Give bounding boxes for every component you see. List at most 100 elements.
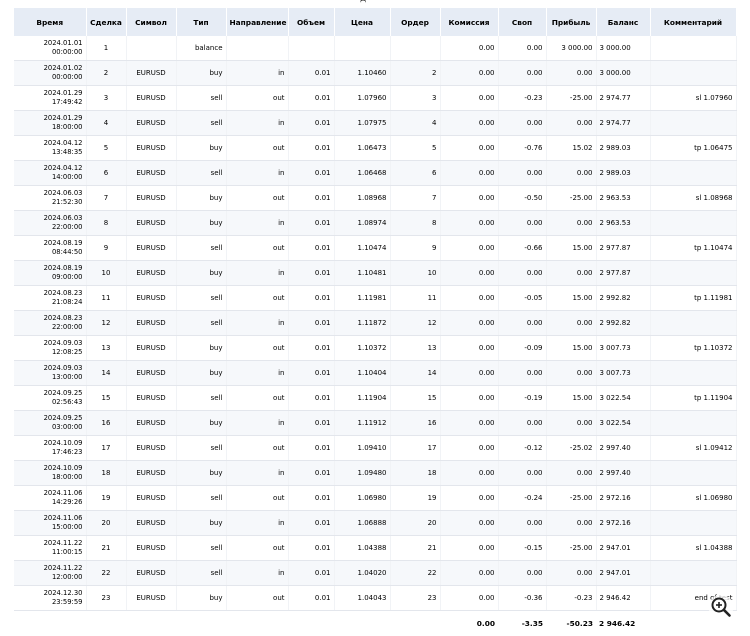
deal-symbol: EURUSD (126, 535, 177, 561)
deal-swap: 0.00 (498, 410, 547, 436)
deal-clock: 12:00:00 (51, 573, 83, 581)
deal-order: 16 (390, 410, 441, 436)
deal-balance: 3 022.54 (596, 410, 651, 436)
col-swap-header: Своп (498, 8, 547, 36)
table-row: 2024.09.25 03:00:00 16 EURUSD buy in 0.01 1.119… (14, 410, 737, 436)
deal-type: buy (176, 135, 227, 161)
col-comment-header: Комментарий (650, 8, 737, 36)
deal-deal-number: 23 (86, 585, 127, 611)
deal-deal-number: 6 (86, 160, 127, 186)
deal-time: 2024.09.25 02:56:43 (14, 385, 87, 411)
deal-comment (650, 310, 737, 336)
deal-type: buy (176, 510, 227, 536)
deal-type: buy (176, 60, 227, 86)
deal-order: 12 (390, 310, 441, 336)
deal-time: 2024.01.02 00:00:00 (14, 60, 87, 86)
deal-clock: 02:56:43 (51, 398, 83, 406)
deal-clock: 03:00:00 (51, 423, 83, 431)
deals-table: Время Сделка Символ Тип Направление Объем Цена… (14, 8, 737, 635)
deal-order: 8 (390, 210, 441, 236)
deal-price: 1.11981 (334, 285, 391, 311)
title-fragment: д (360, 0, 366, 4)
deal-symbol: EURUSD (126, 485, 177, 511)
deal-order: 19 (390, 485, 441, 511)
deal-deal-number: 1 (86, 36, 127, 61)
col-volume-header: Объем (288, 8, 335, 36)
deal-swap: -0.05 (498, 285, 547, 311)
deal-order: 15 (390, 385, 441, 411)
table-row: 2024.06.03 22:00:00 8 EURUSD buy in 0.01 1.0897… (14, 210, 737, 236)
deal-price: 1.06473 (334, 135, 391, 161)
deal-symbol: EURUSD (126, 210, 177, 236)
deal-commission: 0.00 (440, 285, 499, 311)
deal-balance: 2 963.53 (596, 210, 651, 236)
deal-comment (650, 160, 737, 186)
deal-symbol: EURUSD (126, 585, 177, 611)
deal-deal-number: 11 (86, 285, 127, 311)
col-time-header: Время (14, 8, 87, 36)
deal-type: sell (176, 385, 227, 411)
deal-direction: in (226, 460, 289, 486)
report-title-strip: д (0, 0, 750, 7)
deal-order: 23 (390, 585, 441, 611)
deal-balance: 2 992.82 (596, 285, 651, 311)
deal-comment (650, 110, 737, 136)
deal-price: 1.11904 (334, 385, 391, 411)
deal-clock: 17:46:23 (51, 448, 83, 456)
deal-volume: 0.01 (288, 85, 335, 111)
deal-price: 1.07975 (334, 110, 391, 136)
deal-comment (650, 510, 737, 536)
deal-profit: 15.00 (546, 235, 597, 261)
deal-swap: 0.00 (498, 60, 547, 86)
deal-volume: 0.01 (288, 210, 335, 236)
deal-direction: out (226, 235, 289, 261)
deal-deal-number: 4 (86, 110, 127, 136)
deal-comment (650, 360, 737, 386)
deal-price: 1.07960 (334, 85, 391, 111)
deal-date: 2024.10.09 (43, 439, 83, 447)
deal-order: 6 (390, 160, 441, 186)
col-profit-header: Прибыль (546, 8, 597, 36)
deal-price: 1.09480 (334, 460, 391, 486)
deals-table-header: Время Сделка Символ Тип Направление Объем Цена… (14, 8, 737, 36)
deal-profit: 15.02 (546, 135, 597, 161)
deal-swap: 0.00 (498, 260, 547, 286)
deal-price: 1.04388 (334, 535, 391, 561)
deal-date: 2024.09.03 (43, 339, 83, 347)
deal-swap: -0.09 (498, 335, 547, 361)
deal-price: 1.09410 (334, 435, 391, 461)
deal-profit: 0.00 (546, 410, 597, 436)
deal-symbol: EURUSD (126, 310, 177, 336)
deal-type: sell (176, 435, 227, 461)
deal-volume: 0.01 (288, 310, 335, 336)
deal-direction: out (226, 85, 289, 111)
deal-profit: -25.00 (546, 535, 597, 561)
deal-swap: -0.36 (498, 585, 547, 611)
zoom-in-icon[interactable] (708, 594, 734, 620)
deal-price: 1.10460 (334, 60, 391, 86)
deal-clock: 09:00:00 (51, 273, 83, 281)
deal-balance: 2 997.40 (596, 460, 651, 486)
deal-time: 2024.06.03 22:00:00 (14, 210, 87, 236)
deal-commission: 0.00 (440, 360, 499, 386)
deal-type: sell (176, 535, 227, 561)
deal-direction: in (226, 210, 289, 236)
deal-symbol: EURUSD (126, 385, 177, 411)
deal-commission: 0.00 (440, 485, 499, 511)
deal-time: 2024.09.03 13:00:00 (14, 360, 87, 386)
deal-clock: 23:59:59 (51, 598, 83, 606)
deal-type: buy (176, 335, 227, 361)
deal-clock: 14:29:26 (51, 498, 83, 506)
deal-deal-number: 16 (86, 410, 127, 436)
deal-symbol: EURUSD (126, 410, 177, 436)
deal-clock: 14:00:00 (51, 173, 83, 181)
deal-commission: 0.00 (440, 335, 499, 361)
deal-profit: -25.00 (546, 185, 597, 211)
deal-profit: 0.00 (546, 160, 597, 186)
table-row: 2024.04.12 13:48:35 5 EURUSD buy out 0.01 1.064… (14, 135, 737, 161)
deal-commission: 0.00 (440, 560, 499, 586)
deal-deal-number: 13 (86, 335, 127, 361)
deal-date: 2024.08.23 (43, 314, 83, 322)
deal-comment: sl 1.06980 (650, 485, 737, 511)
deal-date: 2024.06.03 (43, 189, 83, 197)
